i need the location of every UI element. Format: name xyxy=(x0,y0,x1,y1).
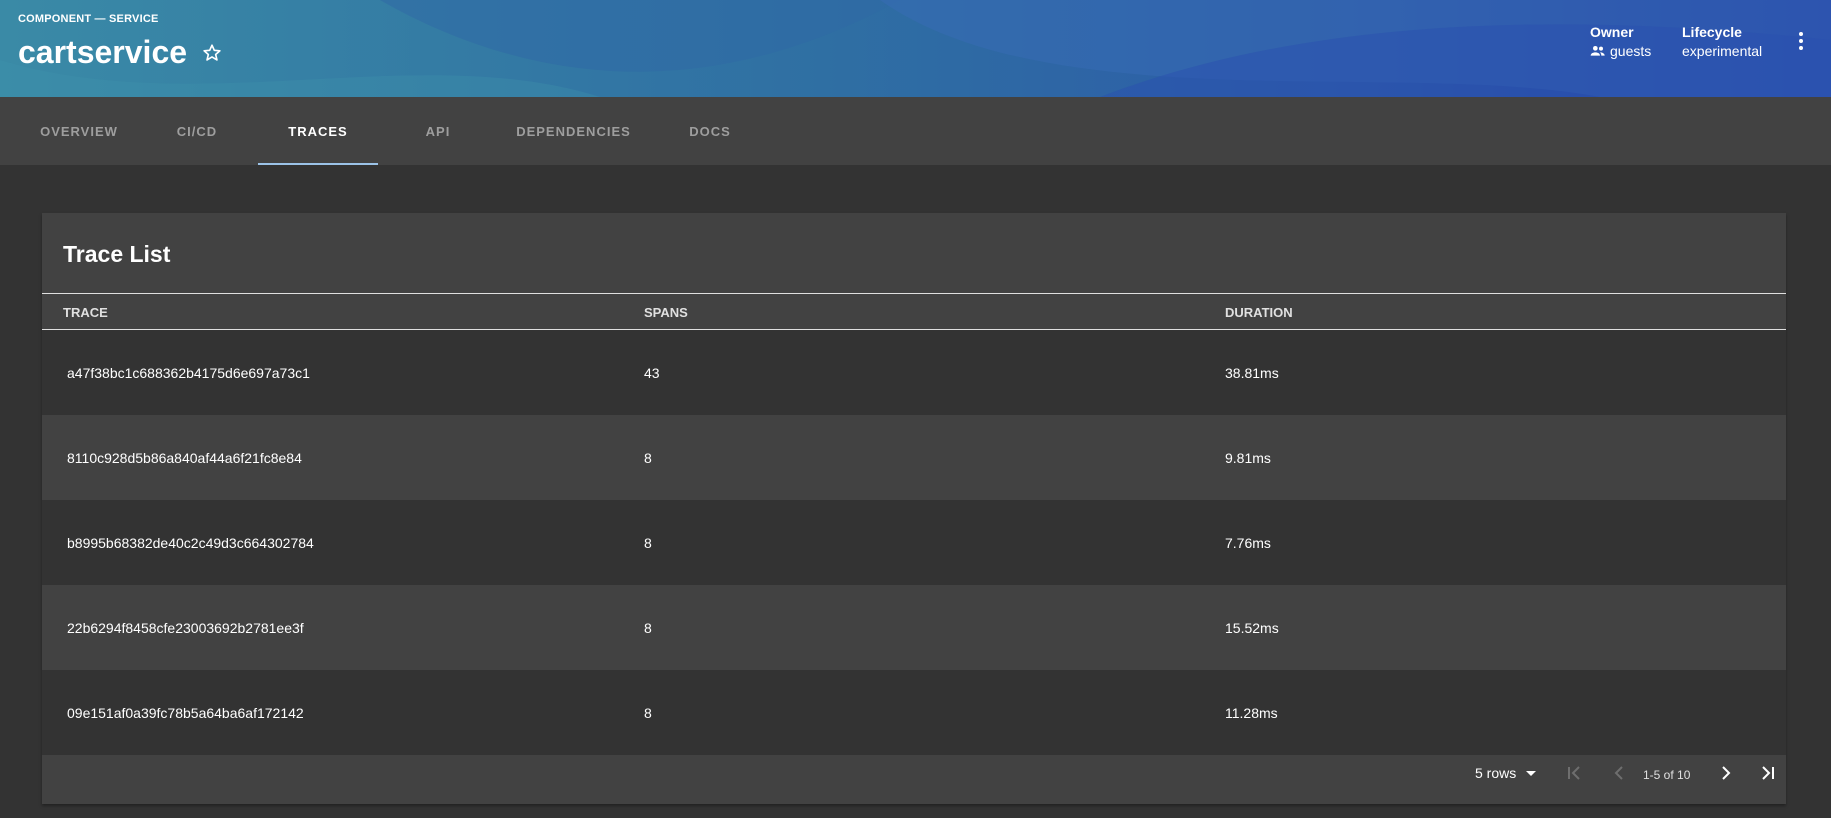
duration-cell: 11.28ms xyxy=(1225,705,1278,721)
chevron-left-icon xyxy=(1614,766,1623,780)
rows-per-page-value: 5 rows xyxy=(1475,765,1517,781)
first-page-icon xyxy=(1568,766,1580,780)
active-tab-indicator xyxy=(258,163,378,165)
owner-info: Owner guests xyxy=(1590,24,1651,59)
lifecycle-info: Lifecycle experimental xyxy=(1682,24,1762,59)
tab-cicd[interactable]: CI/CD xyxy=(146,97,248,165)
duration-cell: 15.52ms xyxy=(1225,620,1279,636)
column-header-duration[interactable]: DURATION xyxy=(1225,305,1293,320)
star-icon-svg xyxy=(203,43,221,61)
column-header-trace[interactable]: TRACE xyxy=(63,305,108,320)
entity-kind-label: COMPONENT — SERVICE xyxy=(18,13,159,25)
trace-id-cell[interactable]: a47f38bc1c688362b4175d6e697a73c1 xyxy=(67,365,310,381)
table-row[interactable]: a47f38bc1c688362b4175d6e697a73c1 43 38.8… xyxy=(42,330,1786,415)
page-title: cartservice xyxy=(18,34,188,70)
next-page-button[interactable] xyxy=(1714,761,1738,785)
spans-cell: 8 xyxy=(644,535,652,551)
card-title: Trace List xyxy=(63,241,171,267)
header-wave-decoration xyxy=(0,0,1831,97)
first-page-button[interactable] xyxy=(1562,761,1586,785)
tab-dependencies[interactable]: DEPENDENCIES xyxy=(505,97,642,165)
more-vert-icon[interactable] xyxy=(1795,30,1807,54)
spans-cell: 8 xyxy=(644,450,652,466)
tab-traces[interactable]: TRACES xyxy=(258,97,378,165)
chevron-down-icon xyxy=(1526,770,1537,776)
tab-api[interactable]: API xyxy=(388,97,488,165)
last-page-button[interactable] xyxy=(1756,761,1780,785)
table-row[interactable]: 8110c928d5b86a840af44a6f21fc8e84 8 9.81m… xyxy=(42,415,1786,500)
trace-list-card: Trace List TRACE SPANS DURATION a47f38bc… xyxy=(42,213,1786,804)
previous-page-button[interactable] xyxy=(1607,761,1631,785)
trace-id-cell[interactable]: 8110c928d5b86a840af44a6f21fc8e84 xyxy=(67,450,302,466)
title-row: cartservice xyxy=(18,34,223,71)
column-header-spans[interactable]: SPANS xyxy=(644,305,688,320)
lifecycle-value: experimental xyxy=(1682,43,1763,59)
trace-id-cell[interactable]: 22b6294f8458cfe23003692b2781ee3f xyxy=(67,620,304,636)
owner-label: Owner xyxy=(1590,24,1634,40)
rows-per-page-select[interactable]: 5 rows xyxy=(1475,758,1537,788)
spans-cell: 43 xyxy=(644,365,660,381)
duration-cell: 9.81ms xyxy=(1225,450,1271,466)
spans-cell: 8 xyxy=(644,705,652,721)
owner-value: guests xyxy=(1610,43,1652,59)
group-icon xyxy=(1590,46,1605,56)
lifecycle-label: Lifecycle xyxy=(1682,24,1742,40)
spans-cell: 8 xyxy=(644,620,652,636)
duration-cell: 38.81ms xyxy=(1225,365,1279,381)
table-row[interactable]: b8995b68382de40c2c49d3c664302784 8 7.76m… xyxy=(42,500,1786,585)
tab-bar: OVERVIEW CI/CD TRACES API DEPENDENCIES D… xyxy=(0,97,1831,165)
star-icon[interactable] xyxy=(201,42,223,64)
last-page-icon xyxy=(1762,766,1774,780)
chevron-right-icon xyxy=(1722,766,1731,780)
trace-id-cell[interactable]: 09e151af0a39fc78b5a64ba6af172142 xyxy=(67,705,304,721)
owner-value-row[interactable]: guests xyxy=(1590,43,1651,59)
tab-overview[interactable]: OVERVIEW xyxy=(20,97,138,165)
page-header: COMPONENT — SERVICE cartservice Owner gu… xyxy=(0,0,1831,97)
table-row[interactable]: 22b6294f8458cfe23003692b2781ee3f 8 15.52… xyxy=(42,585,1786,670)
trace-id-cell[interactable]: b8995b68382de40c2c49d3c664302784 xyxy=(67,535,314,551)
duration-cell: 7.76ms xyxy=(1225,535,1271,551)
table-header: TRACE SPANS DURATION xyxy=(42,293,1786,330)
tab-docs[interactable]: DOCS xyxy=(660,97,760,165)
pagination-range: 1-5 of 10 xyxy=(1643,768,1691,782)
table-row[interactable]: 09e151af0a39fc78b5a64ba6af172142 8 11.28… xyxy=(42,670,1786,755)
